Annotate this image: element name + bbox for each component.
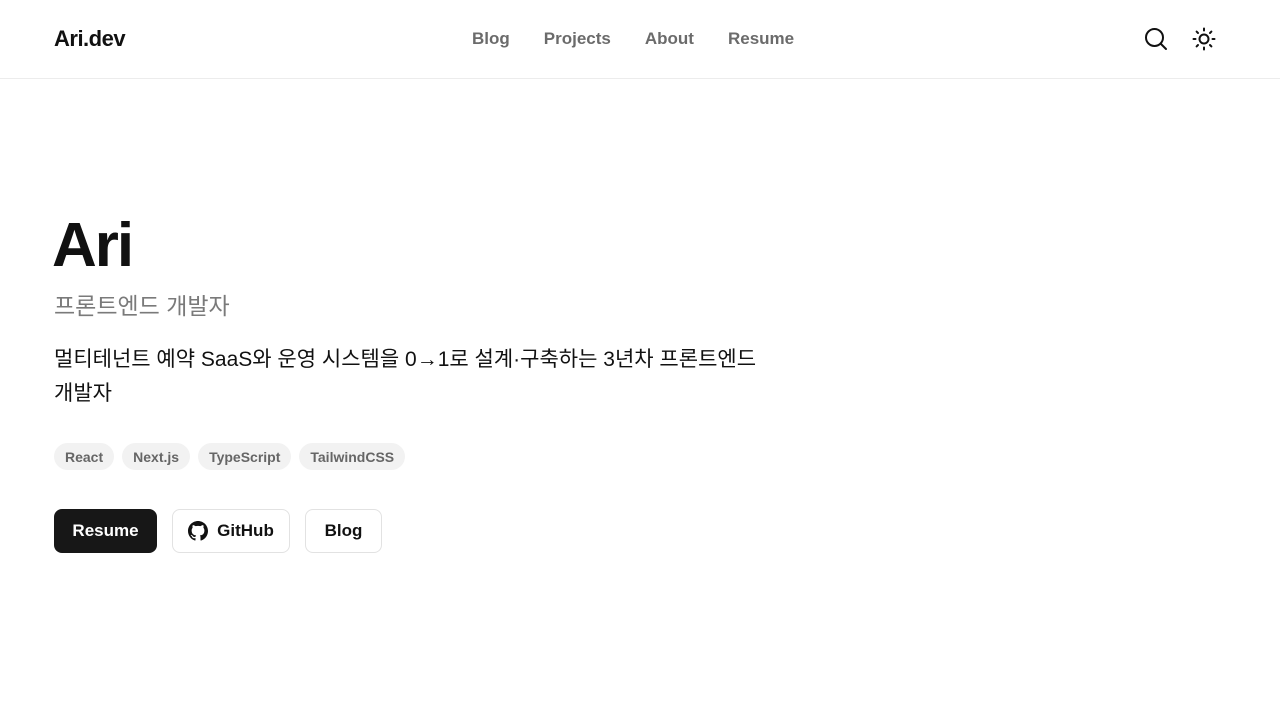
tag-react: React	[54, 443, 115, 470]
site-header: Ari.dev Blog Projects About Resume	[0, 0, 1280, 79]
resume-button[interactable]: Resume	[54, 509, 157, 553]
blog-button-label: Blog	[324, 521, 363, 540]
main-nav: Blog Projects About Resume	[472, 29, 794, 49]
github-button-label: GitHub	[217, 521, 274, 540]
hero-description: 멀티테넌트 예약 SaaS와 운영 시스템을 0→1로 설계·구축하는 3년차 …	[54, 348, 757, 405]
tag-typescript: TypeScript	[198, 443, 292, 470]
sun-icon	[1192, 27, 1216, 51]
hero-role: 프론트엔드 개발자	[54, 293, 230, 319]
nav-link-projects[interactable]: Projects	[544, 29, 611, 49]
blog-button[interactable]: Blog	[305, 509, 382, 553]
github-icon	[188, 521, 209, 541]
theme-toggle-button[interactable]	[1190, 25, 1218, 53]
hero-actions: Resume GitHub Blog	[54, 509, 382, 553]
search-icon	[1145, 28, 1167, 50]
nav-link-resume[interactable]: Resume	[728, 29, 794, 49]
resume-button-label: Resume	[72, 521, 139, 540]
site-logo[interactable]: Ari.dev	[54, 26, 126, 52]
tag-nextjs: Next.js	[122, 443, 191, 470]
search-button[interactable]	[1142, 25, 1170, 53]
github-button[interactable]: GitHub	[172, 509, 290, 553]
tech-tags: React Next.js TypeScript TailwindCSS	[54, 443, 406, 470]
hero-name: Ari	[52, 211, 134, 280]
nav-link-blog[interactable]: Blog	[472, 29, 510, 49]
nav-link-about[interactable]: About	[645, 29, 694, 49]
tag-tailwindcss: TailwindCSS	[299, 443, 406, 470]
